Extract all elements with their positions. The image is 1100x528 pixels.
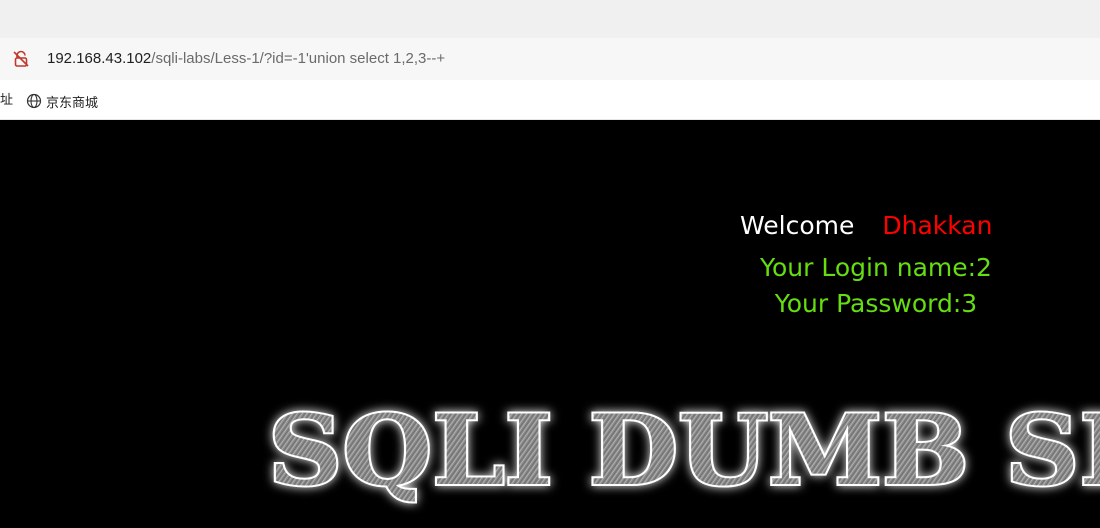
url-field[interactable]: 192.168.43.102/sqli-labs/Less-1/?id=-1'u… <box>47 49 445 69</box>
globe-icon <box>26 93 42 109</box>
bookmark-partial-label[interactable]: 址 <box>0 93 13 109</box>
url-path: /sqli-labs/Less-1/?id=-1'union select 1,… <box>151 50 446 67</box>
welcome-label: Welcome <box>740 211 855 240</box>
page-content: Welcome Dhakkan Your Login name:2 Your Pa… <box>0 120 1100 528</box>
url-host: 192.168.43.102 <box>47 50 152 67</box>
welcome-line: Welcome Dhakkan <box>740 209 992 243</box>
sqli-dumb-series-banner: SQLI DUMB SE <box>266 392 1100 509</box>
bookmarks-bar <box>0 80 1100 120</box>
password-line: Your Password:3 <box>774 289 978 318</box>
browser-top-strip <box>0 0 1100 38</box>
bookmark-jd-mall[interactable]: 京东商城 <box>26 91 98 111</box>
banner-text: SQLI DUMB SE <box>268 394 1100 507</box>
bookmark-label: 京东商城 <box>46 95 99 111</box>
user-name: Dhakkan <box>882 211 993 240</box>
login-name-line: Your Login name:2 <box>760 253 992 282</box>
insecure-lock-icon[interactable] <box>12 50 30 68</box>
